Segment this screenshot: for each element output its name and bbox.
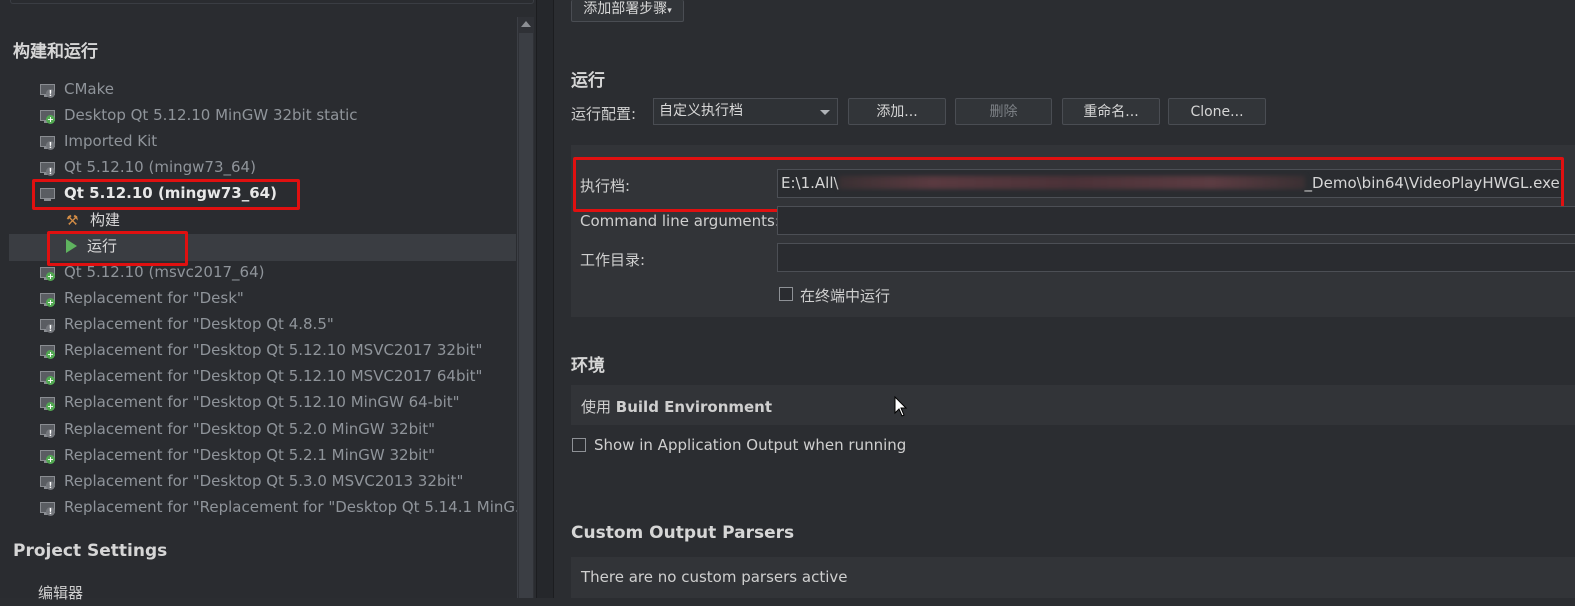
kit-item[interactable]: ! Replacement for "Desktop Qt 5.2.0 MinGW… <box>40 416 435 442</box>
working-dir-input[interactable] <box>777 243 1575 272</box>
monitor-icon: ! <box>40 83 56 98</box>
monitor-icon: + <box>40 266 56 281</box>
monitor-icon: ! <box>40 161 56 176</box>
monitor-icon: ! <box>40 423 56 438</box>
clone-button[interactable]: Clone... <box>1168 98 1266 125</box>
annotation-box-executable <box>573 157 1564 212</box>
show-output-checkbox[interactable] <box>572 438 586 452</box>
custom-parsers-title: Custom Output Parsers <box>571 523 795 543</box>
kit-item[interactable]: ! Replacement for "Desktop Qt 5.3.0 MSVC2… <box>40 468 463 494</box>
run-config-label: 运行配置: <box>571 105 637 123</box>
kit-item[interactable]: + Replacement for "Desktop Qt 5.12.10 Min… <box>40 389 460 415</box>
kit-item[interactable]: ! Imported Kit <box>40 128 157 154</box>
chevron-down-icon <box>820 110 830 115</box>
monitor-icon: ! <box>40 318 56 333</box>
kit-item[interactable]: ! Qt 5.12.10 (mingw73_64) <box>40 154 256 180</box>
command-args-label: Command line arguments: <box>580 212 780 230</box>
environment-section-title: 环境 <box>571 356 605 376</box>
mouse-cursor-icon <box>894 396 908 417</box>
monitor-icon: ! <box>40 475 56 490</box>
scroll-up-arrow-icon[interactable] <box>521 21 531 27</box>
build-item[interactable]: ⚒ 构建 <box>66 207 120 233</box>
monitor-icon: + <box>40 396 56 411</box>
kit-item[interactable]: ! Replacement for "Desktop Qt 4.8.5" <box>40 311 334 337</box>
kit-item[interactable]: + Replacement for "Desktop Qt 5.12.10 MSV… <box>40 337 482 363</box>
kit-item[interactable]: + Replacement for "Desktop Qt 5.2.1 MinGW… <box>40 442 435 468</box>
add-button[interactable]: 添加... <box>848 98 946 125</box>
sidebar-top-frame <box>10 0 534 4</box>
run-in-terminal-label: 在终端中运行 <box>800 287 891 305</box>
show-output-label: Show in Application Output when running <box>594 436 907 454</box>
kit-item[interactable]: + Replacement for "Desktop Qt 5.12.10 MSV… <box>40 363 482 389</box>
add-deploy-step-button[interactable]: 添加部署步骤▾ <box>571 0 684 22</box>
no-parsers-text: There are no custom parsers active <box>581 568 848 586</box>
monitor-icon: + <box>40 344 56 359</box>
environment-summary: 使用 Build Environment <box>581 398 773 416</box>
kit-item-cmake[interactable]: ! CMake <box>40 76 114 102</box>
monitor-icon: + <box>40 109 56 124</box>
monitor-icon: + <box>40 292 56 307</box>
kit-item[interactable]: + Replacement for "Desk" <box>40 285 244 311</box>
splitter[interactable] <box>536 0 554 598</box>
sidebar-scrollbar[interactable] <box>517 17 534 598</box>
working-dir-label: 工作目录: <box>580 251 646 269</box>
editor-item[interactable]: 编辑器 <box>38 580 83 606</box>
run-in-terminal-checkbox[interactable] <box>779 287 793 301</box>
run-config-select[interactable]: 自定义执行档 <box>653 98 838 125</box>
dropdown-arrow-icon: ▾ <box>667 6 672 16</box>
annotation-box-kit <box>32 179 300 210</box>
scrollbar-track[interactable] <box>519 33 533 598</box>
monitor-icon: + <box>40 370 56 385</box>
monitor-icon: ! <box>40 501 56 516</box>
sidebar: 构建和运行 ! CMake + Desktop Qt 5.12.10 MinGW 3… <box>0 0 536 602</box>
annotation-box-run <box>47 231 188 266</box>
kit-item[interactable]: + Desktop Qt 5.12.10 MinGW 32bit static <box>40 102 358 128</box>
delete-button[interactable]: 删除 <box>955 98 1052 125</box>
section-build-run: 构建和运行 <box>13 42 98 62</box>
monitor-icon: + <box>40 449 56 464</box>
run-section-title: 运行 <box>571 71 605 91</box>
monitor-icon: ! <box>40 135 56 150</box>
command-args-input[interactable] <box>777 206 1575 235</box>
section-project-settings: Project Settings <box>13 541 168 561</box>
rename-button[interactable]: 重命名... <box>1062 98 1160 125</box>
kit-item[interactable]: ! Replacement for "Replacement for "Deskt… <box>40 494 529 520</box>
